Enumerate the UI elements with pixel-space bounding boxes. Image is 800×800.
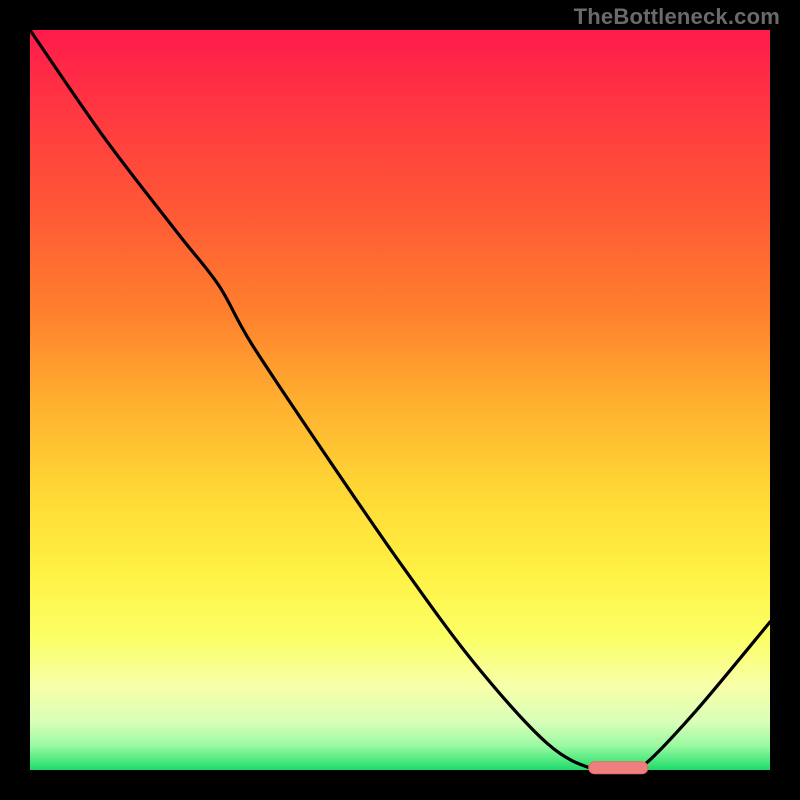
- optimum-marker: [589, 762, 648, 774]
- watermark-text: TheBottleneck.com: [574, 4, 780, 30]
- plot-area: [30, 30, 770, 770]
- chart-frame: TheBottleneck.com: [0, 0, 800, 800]
- bottleneck-chart: [0, 0, 800, 800]
